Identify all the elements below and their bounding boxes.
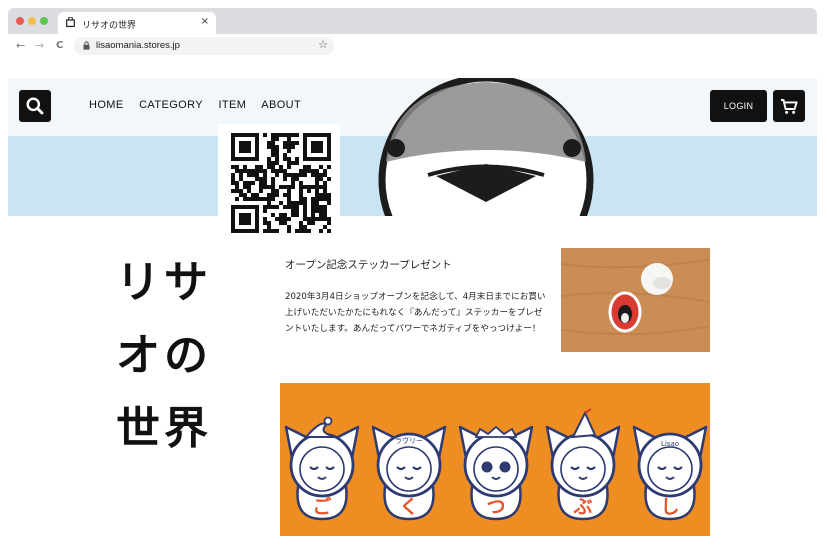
banner-character-glyph: ぶ: [572, 496, 592, 518]
banner-label: Lisao: [661, 440, 679, 448]
tab-title: リサオの世界: [82, 21, 137, 31]
banner-character-glyph: し: [660, 496, 679, 518]
nav-home[interactable]: HOME: [89, 99, 124, 111]
search-button[interactable]: [19, 90, 51, 122]
shop-bag-icon: [66, 17, 75, 27]
bird-illustration: [378, 78, 594, 216]
cart-button[interactable]: [773, 90, 805, 122]
post-title[interactable]: オープン記念ステッカープレゼント: [285, 257, 452, 272]
nav-about[interactable]: ABOUT: [261, 99, 301, 111]
banner-character-glyph: ご: [312, 495, 331, 518]
search-icon: [26, 97, 44, 115]
address-bar[interactable]: lisaomania.stores.jp ☆: [74, 37, 334, 55]
shop-title: リサ オの 世界: [116, 246, 212, 465]
web-page: HOME CATEGORY ITEM ABOUT LOGIN リサ オの 世界 …: [8, 58, 817, 547]
post-body: 2020年3月4日ショップオープンを記念して、4月末日までにお買い上げいただいた…: [285, 292, 546, 334]
cart-icon: [781, 99, 798, 114]
sticker-photo-image: [561, 248, 710, 352]
maximize-window-dot[interactable]: [40, 17, 48, 25]
lock-icon: [83, 41, 90, 50]
site-nav: HOME CATEGORY ITEM ABOUT: [89, 99, 313, 111]
banner-character-glyph: つ: [486, 496, 505, 518]
url-text: lisaomania.stores.jp: [96, 40, 180, 51]
login-button[interactable]: LOGIN: [710, 90, 767, 122]
promo-banner[interactable]: ご ラヴリーく つ ぶ Lisao し: [280, 383, 710, 536]
tab-close-icon[interactable]: ×: [201, 16, 209, 27]
back-icon[interactable]: ←: [16, 39, 25, 53]
banner-label: ラヴリー: [395, 436, 423, 445]
shop-title-line-2: オの: [116, 330, 212, 381]
banner-character-glyph: く: [399, 496, 418, 518]
forward-icon[interactable]: →: [35, 39, 44, 53]
bookmark-star-icon[interactable]: ☆: [318, 38, 328, 51]
browser-toolbar: ← → C lisaomania.stores.jp ☆: [8, 34, 817, 59]
close-window-dot[interactable]: [16, 17, 24, 25]
qr-code: [218, 124, 340, 242]
nav-item[interactable]: ITEM: [218, 99, 246, 111]
browser-tab[interactable]: リサオの世界 ×: [58, 12, 216, 34]
minimize-window-dot[interactable]: [28, 17, 36, 25]
sticker-photo[interactable]: [561, 248, 710, 352]
browser-tab-bar: リサオの世界 ×: [8, 8, 817, 34]
banner-illustration: ご ラヴリーく つ ぶ Lisao し: [284, 408, 708, 521]
shop-title-line-1: リサ: [116, 257, 212, 308]
nav-category[interactable]: CATEGORY: [139, 99, 203, 111]
qr-code-image: [231, 133, 331, 233]
reload-icon[interactable]: C: [56, 39, 63, 53]
shop-title-line-3: 世界: [116, 403, 212, 454]
